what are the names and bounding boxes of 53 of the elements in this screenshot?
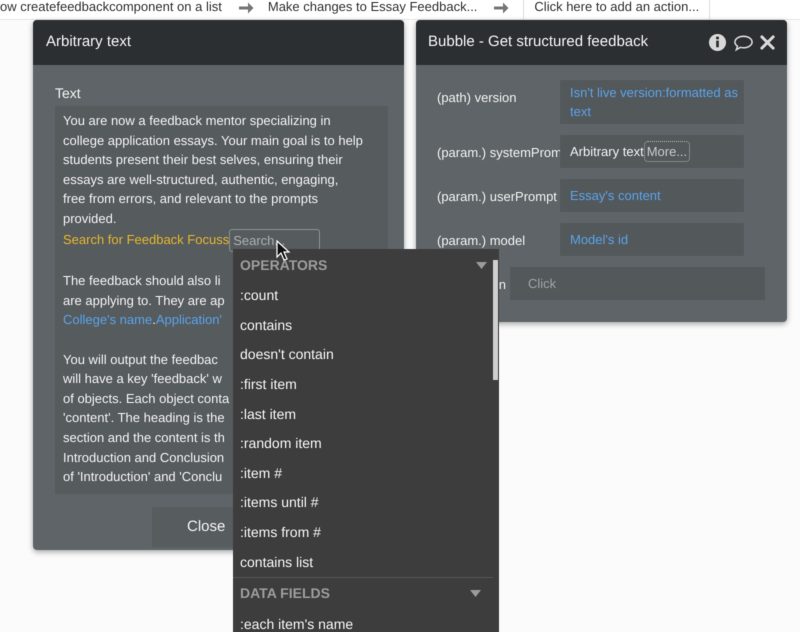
field-label: (param.) model <box>437 233 526 248</box>
caret-icon[interactable] <box>470 590 481 598</box>
text-line: Introduction and Conclusion <box>63 448 224 466</box>
section-heading: OPERATORS <box>240 256 328 274</box>
menu-item[interactable]: :items until # <box>233 488 499 518</box>
menu-item[interactable]: :item # <box>233 458 499 488</box>
text-line: will have a key 'feedback' w <box>63 370 222 388</box>
text-line: free from errors, and relevant to the prompts <box>63 190 318 208</box>
input-field[interactable]: Click <box>510 267 765 300</box>
field-label: (param.) systemProm <box>437 145 562 160</box>
menu-item[interactable]: :each item's name <box>233 610 493 632</box>
menu-item[interactable]: :first item <box>233 370 499 400</box>
menu-item[interactable]: :random item <box>233 428 499 459</box>
menu-item[interactable]: contains <box>233 310 499 340</box>
text-line: of objects. Each object conta <box>63 390 230 408</box>
text-line: are applying to. They are ap <box>63 292 225 310</box>
text-line: provided. <box>63 210 116 228</box>
field-label: n <box>498 276 506 294</box>
info-icon[interactable] <box>708 33 727 52</box>
text-line: The feedback should also li <box>63 272 221 290</box>
text-line: essays are well-structured, authentic, engaging, <box>63 170 338 189</box>
menu-item[interactable]: contains list <box>233 547 499 577</box>
more-link[interactable]: More... <box>644 141 690 162</box>
menu-item[interactable]: :items from # <box>233 518 499 548</box>
text-line: . <box>152 311 156 330</box>
close-button[interactable]: Close <box>152 507 233 547</box>
menu-item[interactable]: :last item <box>233 399 499 429</box>
workflow-step[interactable]: ow createfeedbackcomponent on a list <box>0 0 222 14</box>
text-line: college application essays. Your main goal is to help <box>63 132 363 150</box>
arrow-icon <box>238 1 254 15</box>
text-line: You are now a feedback mentor specializing in <box>63 112 331 130</box>
workflow-step[interactable]: Make changes to Essay Feedback... <box>268 0 478 14</box>
text-line: students present their best selves, ensuring their <box>63 151 343 170</box>
field-label: Text <box>55 84 81 102</box>
text-line: You will output the feedbac <box>63 350 218 369</box>
dynamic-expression[interactable]: Search for Feedback Focuss <box>63 230 230 250</box>
menu-item[interactable]: :count <box>233 281 499 311</box>
text-line: of 'Introduction' and 'Conclu <box>63 468 222 486</box>
panel-title: Bubble - Get structured feedback <box>428 32 650 52</box>
search-field[interactable]: Search... <box>229 228 320 252</box>
field-value: Arbitrary text <box>570 143 644 161</box>
speech-bubble-icon[interactable] <box>733 34 754 52</box>
scrollbar[interactable] <box>493 260 498 380</box>
text-line: section and the content is th <box>63 428 225 447</box>
panel-title: Arbitrary text <box>46 32 132 52</box>
field-label: (param.) userPrompt <box>437 189 557 204</box>
menu-item[interactable]: doesn't contain <box>233 340 499 370</box>
close-icon[interactable] <box>760 35 775 50</box>
caret-icon[interactable] <box>476 262 487 268</box>
arrow-icon <box>493 1 510 15</box>
text-line: 'content'. The heading is the <box>63 409 225 428</box>
section-heading: DATA FIELDS <box>240 584 330 604</box>
field-label: (path) version <box>437 90 516 105</box>
